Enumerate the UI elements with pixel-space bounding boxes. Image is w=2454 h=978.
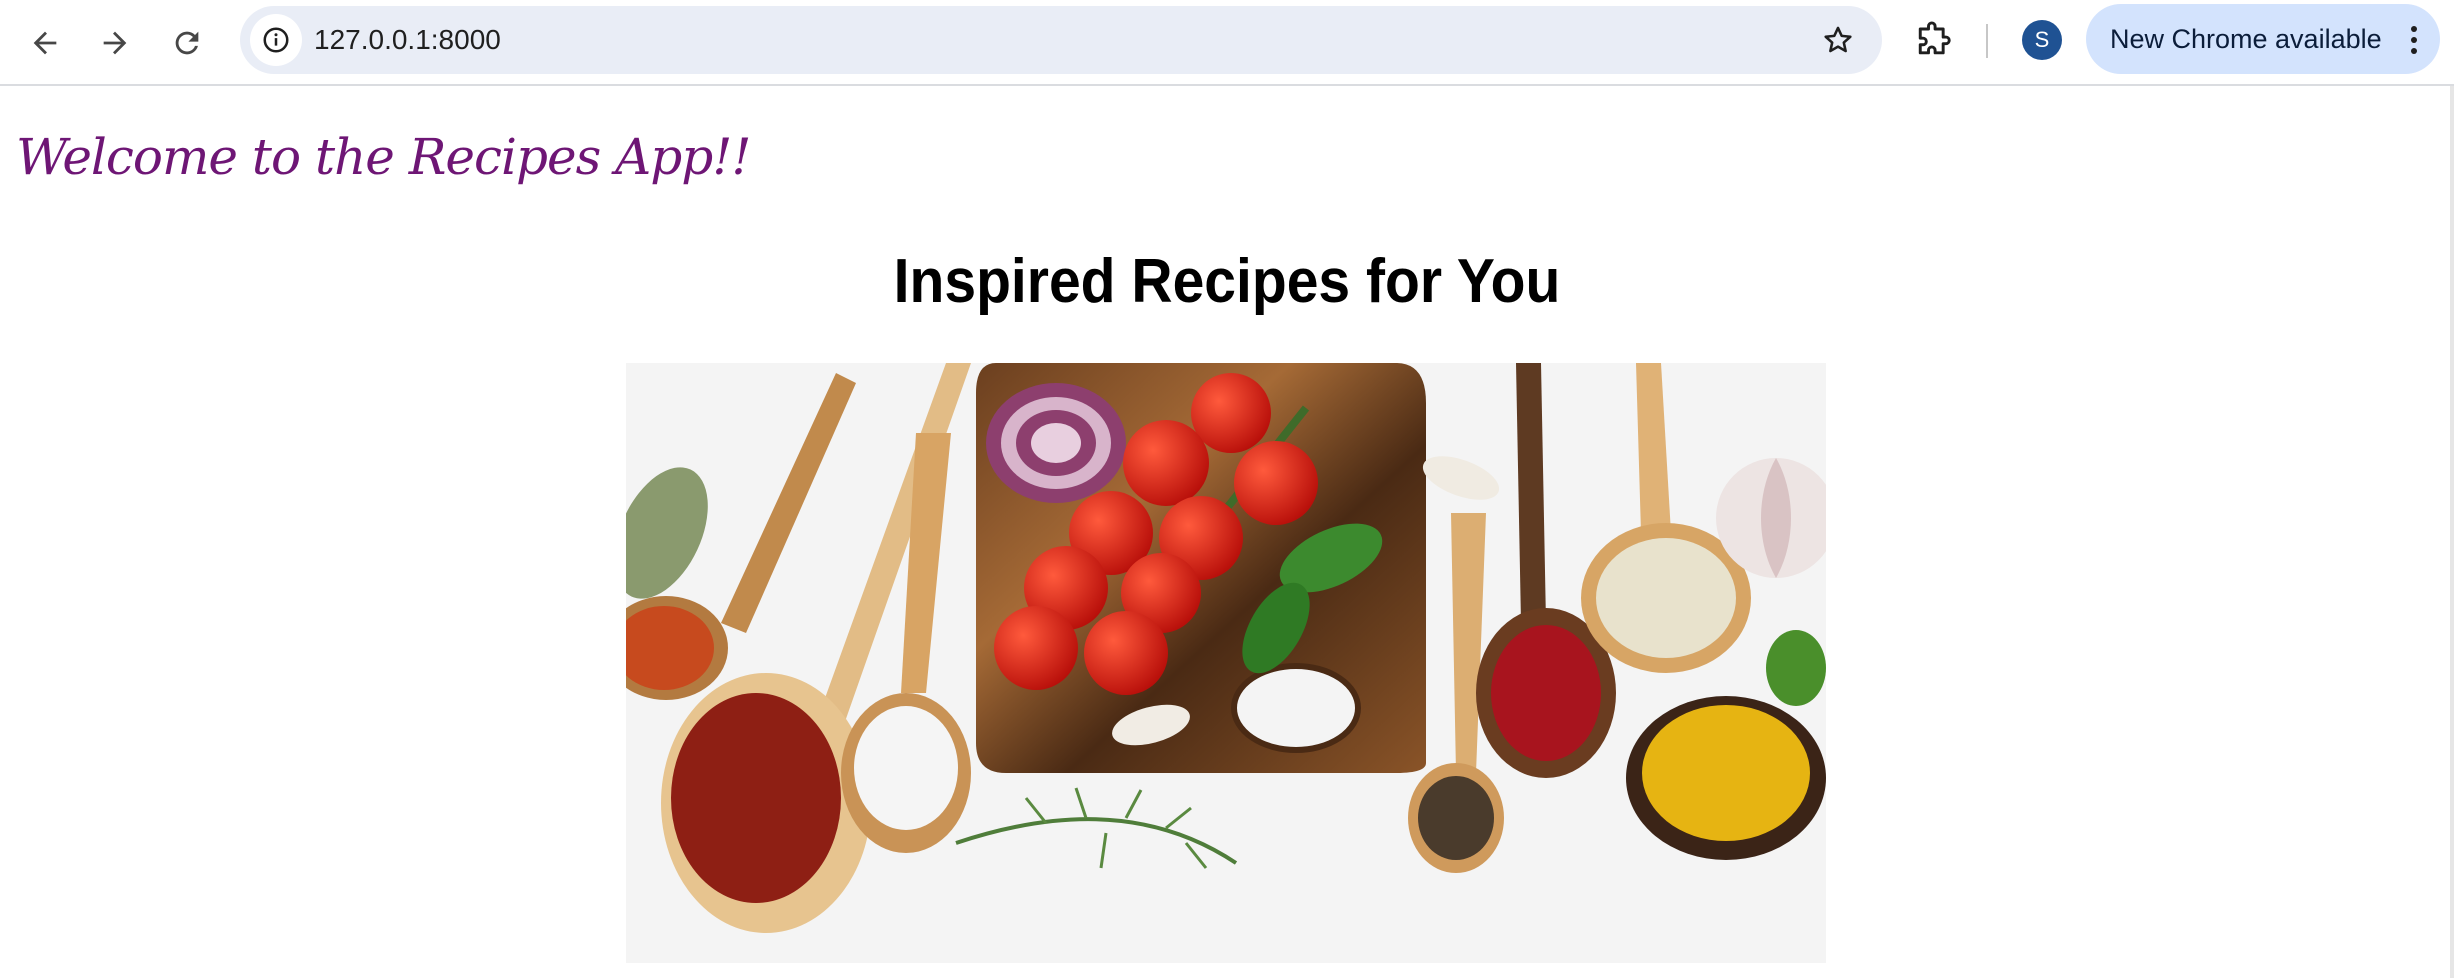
site-info-button[interactable]	[250, 14, 302, 66]
extensions-icon	[1918, 21, 1951, 55]
browser-toolbar: 127.0.0.1:8000 S New Chrome available	[0, 0, 2454, 86]
address-bar[interactable]: 127.0.0.1:8000	[240, 6, 1882, 74]
forward-button[interactable]	[84, 12, 146, 74]
update-label: New Chrome available	[2110, 24, 2382, 54]
reload-button[interactable]	[156, 12, 218, 74]
kebab-menu-icon[interactable]	[2410, 26, 2418, 54]
page-title: Inspired Recipes for You	[893, 247, 1561, 316]
window-scroll-edge	[2450, 86, 2454, 978]
url-text[interactable]: 127.0.0.1:8000	[314, 6, 501, 74]
back-button[interactable]	[14, 12, 76, 74]
welcome-heading: Welcome to the Recipes App!!	[16, 128, 751, 186]
back-icon	[33, 31, 57, 55]
forward-icon	[103, 31, 127, 55]
profile-avatar[interactable]: S	[2022, 20, 2062, 60]
spices-food-illustration	[626, 363, 1826, 963]
extensions-button[interactable]	[1912, 18, 1956, 62]
site-info-icon	[263, 27, 289, 53]
hero-image	[626, 363, 1826, 963]
toolbar-divider	[1986, 24, 1988, 58]
bookmark-button[interactable]	[1818, 20, 1858, 60]
bookmark-star-icon	[1824, 26, 1852, 53]
new-chrome-available-button[interactable]: New Chrome available	[2086, 4, 2440, 74]
reload-icon	[175, 31, 199, 55]
